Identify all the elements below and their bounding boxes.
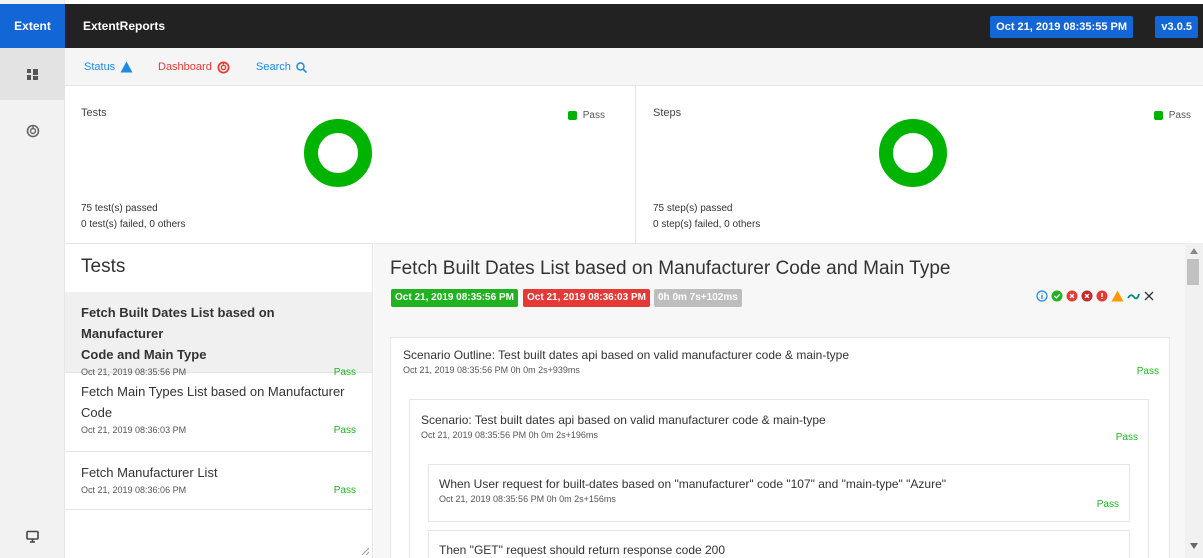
- pass-icon[interactable]: [1051, 290, 1063, 302]
- skip-icon[interactable]: [1127, 290, 1140, 302]
- steps-card-title: Steps: [653, 107, 682, 119]
- search-link[interactable]: Search: [256, 48, 307, 86]
- step-meta: Oct 21, 2019 08:35:56 PM 0h 0m 2s+156ms: [439, 494, 616, 504]
- test-name-line: Fetch Main Types List based on Manufactu…: [81, 384, 345, 399]
- test-meta: Oct 21, 2019 08:36:03 PM Pass: [81, 425, 356, 436]
- scenario-meta: Oct 21, 2019 08:35:56 PM 0h 0m 2s+196ms: [421, 430, 598, 440]
- dashboard-link-label: Dashboard: [158, 61, 212, 73]
- tests-passed-text: 75 test(s) passed: [81, 203, 158, 214]
- nav-environment[interactable]: [0, 510, 65, 558]
- steps-passed-text: 75 step(s) passed: [653, 203, 733, 214]
- test-detail-pane: Fetch Built Dates List based on Manufact…: [374, 243, 1203, 558]
- sub-nav: Status Dashboard Search: [65, 48, 1203, 86]
- duration-badge: 0h 0m 7s+102ms: [654, 289, 742, 307]
- tests-legend: Pass: [567, 110, 605, 121]
- steps-summary-card: Steps Pass 75 step(s) passed 0 step(s) f…: [637, 86, 1203, 243]
- pass-legend-swatch: [567, 111, 577, 120]
- search-icon: [296, 61, 307, 73]
- dashboard-icon: [26, 124, 39, 138]
- report-date-badge: Oct 21, 2019 08:35:55 PM: [990, 16, 1133, 38]
- tests-card-title: Tests: [81, 107, 107, 119]
- warning-triangle-icon: [120, 61, 133, 73]
- outline-text: Scenario Outline: Test built dates api b…: [403, 348, 850, 362]
- nav-test-view[interactable]: [0, 48, 65, 100]
- step-text: Then "GET" request should return respons…: [439, 543, 726, 557]
- test-status: Pass: [333, 425, 356, 436]
- steps-failed-text: 0 step(s) failed, 0 others: [653, 219, 761, 230]
- dashboard-link[interactable]: Dashboard: [158, 48, 230, 86]
- detail-scrollbar[interactable]: [1185, 243, 1203, 558]
- outline-status: Pass: [1136, 366, 1159, 377]
- tests-legend-label: Pass: [582, 110, 605, 121]
- steps-donut-pass-arc: [879, 119, 947, 187]
- fail-icon[interactable]: [1066, 290, 1078, 302]
- test-detail-title: Fetch Built Dates List based on Manufact…: [390, 258, 951, 279]
- outline-meta: Oct 21, 2019 08:35:56 PM 0h 0m 2s+939ms: [403, 365, 580, 375]
- scroll-down-arrow-icon[interactable]: [1190, 543, 1198, 549]
- test-list-heading: Tests: [81, 256, 126, 277]
- error-icon[interactable]: [1096, 290, 1108, 302]
- status-filter-icons: [1036, 290, 1155, 302]
- scenario-status: Pass: [1115, 432, 1138, 443]
- info-icon[interactable]: [1036, 290, 1048, 302]
- step-status: Pass: [1096, 499, 1119, 510]
- warning-icon[interactable]: [1111, 290, 1124, 302]
- test-name-line: Fetch Manufacturer List: [81, 465, 218, 480]
- pass-legend-swatch: [1153, 111, 1163, 120]
- steps-donut-chart: [879, 119, 947, 187]
- scenario-outline-node[interactable]: Scenario Outline: Test built dates api b…: [390, 337, 1170, 558]
- test-time: Oct 21, 2019 08:36:03 PM: [81, 425, 187, 435]
- step-header: Then "GET" request should return respons…: [439, 543, 725, 557]
- left-rail: Extent: [0, 0, 65, 558]
- close-icon[interactable]: [1143, 290, 1155, 302]
- outline-header: Scenario Outline: Test built dates api b…: [403, 348, 849, 375]
- extent-report-app: Extent ExtentReports Oct 21, 2019 08:35:…: [0, 0, 1203, 558]
- test-status: Pass: [333, 485, 356, 496]
- grid-icon: [27, 68, 38, 80]
- step-node[interactable]: When User request for built-dates based …: [428, 464, 1130, 522]
- version-badge: v3.0.5: [1155, 16, 1198, 38]
- steps-legend: Pass: [1153, 110, 1191, 121]
- scenario-text: Scenario: Test built dates api based on …: [421, 413, 826, 427]
- brand-logo[interactable]: Extent: [0, 4, 65, 48]
- scrollbar-thumb[interactable]: [1187, 259, 1199, 285]
- test-time: Oct 21, 2019 08:36:06 PM: [81, 485, 187, 495]
- report-title: ExtentReports: [83, 19, 166, 33]
- test-list-item[interactable]: Fetch Main Types List based on Manufactu…: [65, 373, 372, 452]
- tests-summary-card: Tests Pass 75 test(s) passed 0 test(s) f…: [65, 86, 636, 243]
- fatal-icon[interactable]: [1081, 290, 1093, 302]
- test-list-item[interactable]: Fetch Manufacturer List Oct 21, 2019 08:…: [65, 452, 372, 510]
- end-time-badge: Oct 21, 2019 08:36:03 PM: [523, 289, 650, 307]
- step-node[interactable]: Then "GET" request should return respons…: [428, 530, 1130, 558]
- step-text: When User request for built-dates based …: [439, 477, 947, 491]
- step-header: When User request for built-dates based …: [439, 477, 946, 504]
- tests-donut-chart: [304, 119, 372, 187]
- status-filter-link[interactable]: Status: [84, 48, 133, 86]
- resize-handle-icon[interactable]: [361, 547, 369, 555]
- scenario-header: Scenario: Test built dates api based on …: [421, 413, 826, 440]
- test-list-item[interactable]: Fetch Built Dates List based on Manufact…: [65, 292, 372, 378]
- test-meta: Oct 21, 2019 08:36:06 PM Pass: [81, 485, 356, 496]
- tests-donut-pass-arc: [304, 119, 372, 187]
- test-name-line: Fetch Built Dates List based on Manufact…: [81, 305, 275, 341]
- test-name-line: Code and Main Type: [81, 347, 207, 362]
- steps-legend-label: Pass: [1168, 110, 1191, 121]
- search-link-label: Search: [256, 61, 291, 73]
- scenario-node[interactable]: Scenario: Test built dates api based on …: [409, 399, 1149, 558]
- test-list-pane: Tests Fetch Built Dates List based on Ma…: [65, 243, 373, 558]
- scroll-up-arrow-icon[interactable]: [1190, 248, 1198, 254]
- nav-dashboard[interactable]: [0, 105, 65, 157]
- test-name-line: Code: [81, 405, 113, 420]
- start-time-badge: Oct 21, 2019 08:35:56 PM: [391, 289, 518, 307]
- dashboard-icon: [217, 61, 230, 73]
- tests-failed-text: 0 test(s) failed, 0 others: [81, 219, 186, 230]
- monitor-icon: [26, 530, 39, 543]
- status-link-label: Status: [84, 61, 116, 73]
- top-bar: ExtentReports Oct 21, 2019 08:35:55 PM v…: [65, 4, 1203, 48]
